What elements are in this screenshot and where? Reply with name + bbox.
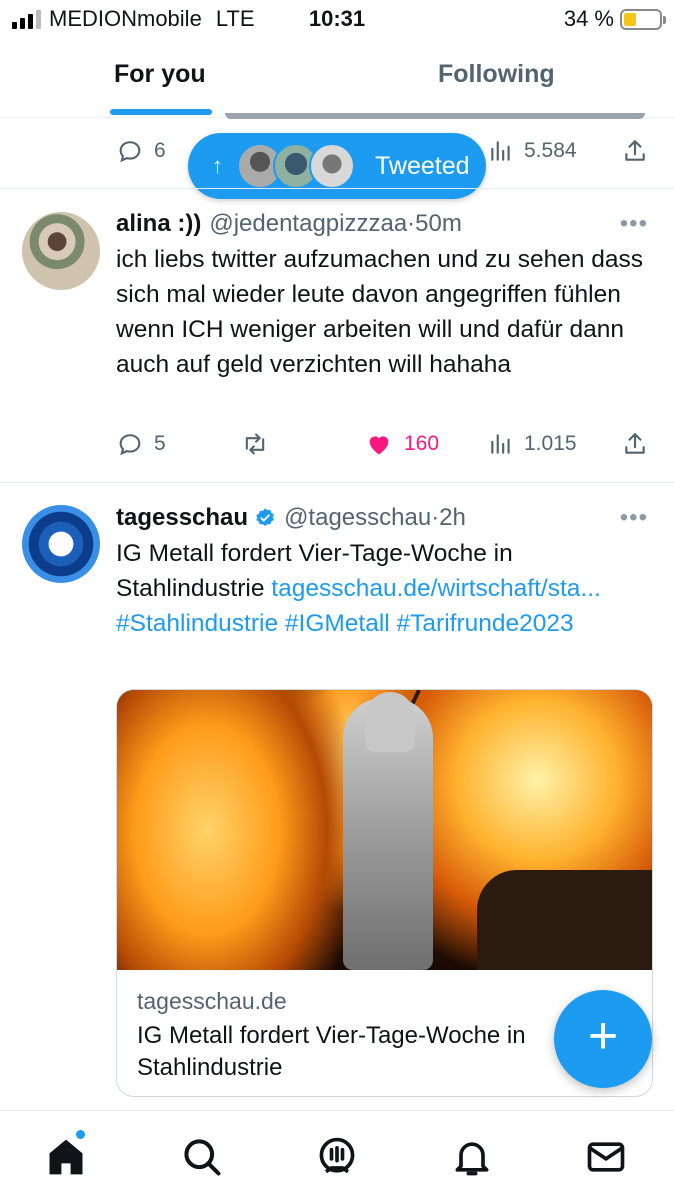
divider [0,482,674,483]
tab-following[interactable]: Following [438,60,555,89]
reply-icon [119,141,141,163]
share-button[interactable] [622,426,648,462]
battery-percent: 34 % [563,6,614,31]
tweet-actions: 5 160 1.015 [116,426,656,462]
share-icon [625,140,645,161]
timeline-tabs: For you Following [0,40,674,118]
active-tab-indicator [110,109,212,115]
tweet-header: alina :)) @jedentagpizzzaa ·50m [116,210,462,238]
search-icon [184,1139,221,1176]
nav-spaces[interactable] [315,1135,359,1179]
pill-avatars [237,143,355,189]
divider [0,188,674,189]
card-image-detail [477,870,652,970]
pill-label: Tweeted [375,151,470,180]
card-image [117,690,652,970]
tab-for-you[interactable]: For you [114,60,206,89]
reply-button[interactable]: 6 [116,133,166,169]
display-name[interactable]: alina :)) [116,210,201,238]
like-button[interactable]: 160 [364,426,439,462]
compose-tweet-button[interactable]: + [554,990,652,1088]
card-image-detail [365,692,415,752]
handle[interactable]: @jedentagpizzzaa [209,210,407,238]
envelope-icon [587,1142,625,1172]
battery-icon [620,8,666,30]
avatar[interactable] [22,212,100,290]
tweet-text: ich liebs twitter aufzumachen und zu seh… [116,246,644,378]
card-title: IG Metall fordert Vier-Tage-Woche in Sta… [137,1022,526,1081]
heart-filled-icon [369,436,389,455]
reply-count: 5 [154,432,166,455]
home-icon [49,1139,83,1175]
like-count: 160 [404,432,440,455]
tweet-header: tagesschau @tagesschau ·2h [116,504,466,532]
views-icon [491,141,510,161]
previous-tweet-media-edge [225,113,645,119]
retweet-icon [245,433,265,455]
nav-messages[interactable] [584,1135,628,1179]
reply-button[interactable]: 5 [116,426,166,462]
more-options-icon[interactable]: ••• [620,504,648,532]
view-count: 5.584 [524,139,577,162]
reply-icon [119,434,141,456]
share-button[interactable] [622,133,648,169]
hashtag-link[interactable]: #Stahlindustrie [116,610,278,637]
notification-dot [76,1130,85,1139]
tweet-text-container: IG Metall fordert Vier-Tage-Woche in Sta… [116,536,646,641]
hashtag-link[interactable]: #IGMetall [285,610,390,637]
handle[interactable]: @tagesschau [284,504,431,532]
share-icon [625,433,645,454]
battery-info: 34 % [563,6,666,32]
status-bar: MEDIONmobile LTE 10:31 34 % [0,0,674,40]
view-count: 1.015 [524,432,577,455]
article-link[interactable]: tagesschau.de/wirtschaft/sta... [271,575,601,602]
arrow-up-icon: ↑ [212,153,223,178]
views-button[interactable]: 1.015 [488,426,577,462]
nav-home[interactable] [44,1135,88,1179]
timestamp: ·50m [407,210,462,237]
more-options-icon[interactable]: ••• [620,210,648,238]
reply-count: 6 [154,139,166,162]
bottom-navigation [0,1110,674,1200]
nav-notifications[interactable] [450,1135,494,1179]
avatar [309,143,355,189]
spaces-icon [319,1137,355,1174]
retweet-button[interactable] [240,426,270,462]
timestamp: ·2h [431,504,466,531]
bell-icon [455,1142,489,1176]
avatar[interactable]: 1 [22,505,100,583]
card-domain: tagesschau.de [137,988,287,1014]
views-icon [491,434,510,454]
verified-badge-icon [256,508,274,526]
new-tweets-pill[interactable]: ↑ Tweeted [188,133,486,199]
display-name[interactable]: tagesschau [116,504,248,532]
nav-search[interactable] [180,1135,224,1179]
views-button[interactable]: 5.584 [488,133,577,169]
hashtag-link[interactable]: #Tarifrunde2023 [397,610,574,637]
channel-logo-icon: 1 [52,527,69,560]
